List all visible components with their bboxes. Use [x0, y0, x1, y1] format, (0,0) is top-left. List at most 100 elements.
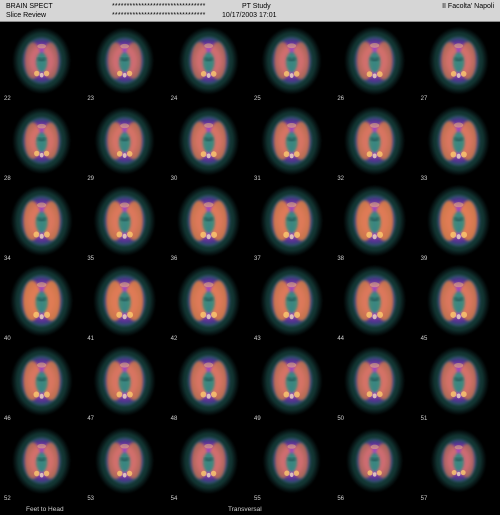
slice-number: 26 [337, 96, 345, 102]
slice-40-image [11, 266, 72, 335]
slice-28-image [13, 108, 70, 173]
slice-31[interactable]: 31 [250, 104, 333, 184]
slice-26[interactable]: 26 [333, 24, 416, 104]
slice-47[interactable]: 47 [83, 344, 166, 424]
slice-number: 31 [254, 176, 261, 182]
slice-39[interactable]: 39 [417, 184, 500, 264]
slice-22[interactable]: 22 [0, 24, 83, 104]
slice-37[interactable]: 37 [250, 184, 333, 264]
study-title: PT Study [242, 3, 271, 10]
slice-55-image [264, 429, 319, 492]
slice-number: 52 [4, 496, 11, 502]
slice-29-image [96, 108, 154, 173]
slice-30-image [179, 107, 238, 174]
slice-number: 39 [420, 256, 428, 262]
slice-57-image [431, 430, 485, 491]
slice-number: 55 [254, 496, 261, 502]
slice-46[interactable]: 46 [0, 344, 83, 424]
slice-number: 57 [420, 496, 428, 502]
slice-40[interactable]: 40 [0, 264, 83, 344]
slice-37-image [261, 186, 322, 255]
slice-number: 28 [4, 176, 11, 182]
slice-47-image [95, 347, 155, 415]
slice-45-image [428, 266, 489, 335]
slice-number: 53 [87, 496, 95, 502]
slice-52[interactable]: 52 [0, 424, 83, 504]
slice-57[interactable]: 57 [417, 424, 500, 504]
slice-28[interactable]: 28 [0, 104, 83, 184]
slice-51-image [429, 347, 488, 414]
footer-bar: Feet to Head Transversal [0, 505, 500, 515]
slice-direction-label: Feet to Head [26, 506, 64, 513]
slice-50-image [346, 347, 404, 414]
slice-30[interactable]: 30 [167, 104, 250, 184]
slice-number: 44 [337, 336, 345, 342]
slice-27[interactable]: 27 [417, 24, 500, 104]
slice-34-image [12, 187, 71, 255]
slice-35[interactable]: 35 [83, 184, 166, 264]
slice-number: 36 [170, 256, 178, 262]
slice-36-image [178, 186, 239, 255]
slice-number: 51 [420, 416, 428, 422]
slice-56-image [348, 430, 402, 492]
slice-45[interactable]: 45 [417, 264, 500, 344]
slice-23[interactable]: 23 [83, 24, 166, 104]
slice-orientation-label: Transversal [228, 506, 262, 513]
slice-41[interactable]: 41 [83, 264, 166, 344]
slice-53-image [97, 428, 153, 493]
slice-26-image [346, 27, 404, 94]
slice-34[interactable]: 34 [0, 184, 83, 264]
slice-25[interactable]: 25 [250, 24, 333, 104]
slice-38-image [345, 186, 405, 255]
slice-number: 34 [4, 256, 11, 262]
slice-number: 40 [4, 336, 11, 342]
slice-51[interactable]: 51 [417, 344, 500, 424]
slice-number: 24 [170, 96, 178, 102]
slice-number: 41 [87, 336, 95, 342]
slice-23-image [97, 28, 153, 93]
slice-53[interactable]: 53 [83, 424, 166, 504]
slice-29[interactable]: 29 [83, 104, 166, 184]
slice-48[interactable]: 48 [167, 344, 250, 424]
slice-32[interactable]: 32 [333, 104, 416, 184]
slice-49[interactable]: 49 [250, 344, 333, 424]
study-datetime: 10/17/2003 17:01 [222, 12, 277, 19]
slice-32-image [346, 107, 404, 174]
slice-44-image [345, 266, 405, 335]
slice-number: 54 [170, 496, 178, 502]
slice-number: 38 [337, 256, 345, 262]
slice-36[interactable]: 36 [167, 184, 250, 264]
slice-42[interactable]: 42 [167, 264, 250, 344]
study-header-bar: BRAIN SPECT Slice Review ***************… [0, 0, 500, 22]
slice-49-image [262, 347, 321, 415]
slice-number: 25 [254, 96, 261, 102]
slice-56[interactable]: 56 [333, 424, 416, 504]
slice-38[interactable]: 38 [333, 184, 416, 264]
slice-39-image [428, 186, 489, 255]
slice-number: 49 [254, 416, 261, 422]
view-mode-label: Slice Review [6, 12, 47, 19]
masked-patient-name: ******************************** [112, 3, 206, 10]
slice-43[interactable]: 43 [250, 264, 333, 344]
slice-50[interactable]: 50 [333, 344, 416, 424]
slice-number: 43 [254, 336, 261, 342]
slice-number: 22 [4, 96, 11, 102]
slice-number: 42 [170, 336, 178, 342]
slice-35-image [95, 187, 155, 255]
slice-24[interactable]: 24 [167, 24, 250, 104]
slice-48-image [178, 347, 238, 415]
masked-patient-id: ******************************** [112, 12, 206, 19]
slice-54-image [180, 428, 237, 493]
slice-44[interactable]: 44 [333, 264, 416, 344]
slice-number: 23 [87, 96, 95, 102]
slice-33-image [428, 107, 488, 175]
study-type-label: BRAIN SPECT [6, 3, 53, 10]
slice-33[interactable]: 33 [417, 104, 500, 184]
slice-25-image [263, 28, 320, 93]
slice-31-image [262, 107, 321, 174]
slice-27-image [429, 28, 487, 93]
slice-number: 35 [87, 256, 95, 262]
slice-54[interactable]: 54 [167, 424, 250, 504]
slice-55[interactable]: 55 [250, 424, 333, 504]
slice-number: 29 [87, 176, 95, 182]
